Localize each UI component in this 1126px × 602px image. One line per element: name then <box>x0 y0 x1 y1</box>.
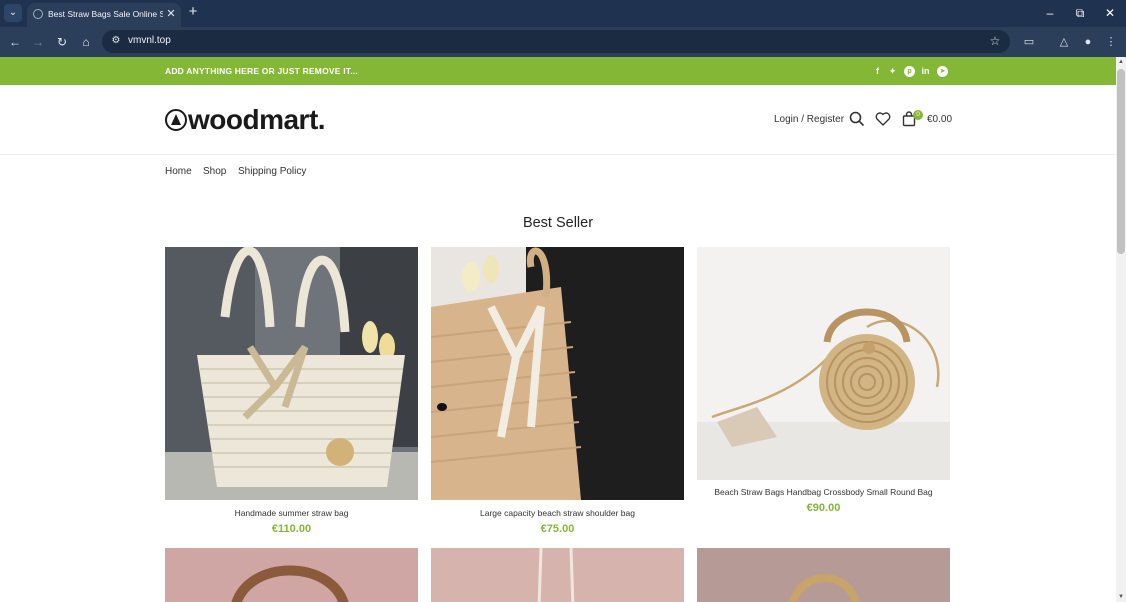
product-name[interactable]: Beach Straw Bags Handbag Crossbody Small… <box>697 487 950 497</box>
reload-icon[interactable]: ↻ <box>55 35 69 49</box>
product-price: €110.00 <box>271 523 312 535</box>
topbar-text: ADD ANYTHING HERE OR JUST REMOVE IT... <box>165 66 358 76</box>
browser-tabbar: ⌄ Best Straw Bags Sale Online Sh ✕ + – ⧉… <box>0 0 1126 27</box>
wishlist-heart-icon[interactable] <box>875 111 891 127</box>
nav-item-home[interactable]: Home <box>165 166 192 177</box>
scrollbar-thumb[interactable] <box>1117 69 1125 254</box>
scroll-down-arrow-icon[interactable]: ▼ <box>1116 592 1126 602</box>
twitter-icon[interactable]: ✦ <box>887 66 898 77</box>
promo-topbar: ADD ANYTHING HERE OR JUST REMOVE IT... f… <box>0 57 1116 85</box>
menu-kebab-icon[interactable]: ⋮ <box>1104 35 1118 49</box>
tab-title: Best Straw Bags Sale Online Sh <box>48 9 163 19</box>
site-logo[interactable]: woodmart. <box>188 104 326 136</box>
url-text[interactable]: vmvnl.top <box>128 35 171 46</box>
labs-flask-icon[interactable]: △ <box>1057 35 1071 49</box>
site-header: woodmart. Login / Register 0 €0.00 <box>0 85 1116 155</box>
section-title: Best Seller <box>522 215 594 231</box>
product-image[interactable] <box>697 247 950 480</box>
search-icon[interactable] <box>849 111 865 127</box>
telegram-icon[interactable]: ➤ <box>937 66 948 77</box>
new-tab-icon[interactable]: + <box>186 4 200 19</box>
nav-item-shop[interactable]: Shop <box>203 166 226 177</box>
product-image[interactable] <box>431 548 684 602</box>
page-scrollbar[interactable]: ▲ ▼ <box>1116 57 1126 602</box>
browser-toolbar: ← → ↻ ⌂ ⚙ vmvnl.top ☆ ▭ △ ● ⋮ <box>0 27 1126 57</box>
forward-arrow-icon[interactable]: → <box>31 35 45 49</box>
extensions-icon[interactable]: ▭ <box>1022 35 1036 49</box>
browser-tab[interactable]: Best Straw Bags Sale Online Sh ✕ <box>27 3 181 27</box>
product-price: €75.00 <box>540 523 575 535</box>
restore-icon[interactable]: ⧉ <box>1073 6 1087 20</box>
product-name[interactable]: Handmade summer straw bag <box>165 508 418 518</box>
home-icon[interactable]: ⌂ <box>79 35 93 49</box>
close-window-icon[interactable]: ✕ <box>1103 6 1117 20</box>
cart-total[interactable]: €0.00 <box>927 114 952 125</box>
tab-list-chevron-icon[interactable]: ⌄ <box>4 4 22 22</box>
product-price: €90.00 <box>806 502 841 514</box>
logo-icon[interactable] <box>165 109 187 131</box>
nav-item-shipping-policy[interactable]: Shipping Policy <box>238 166 306 177</box>
address-bar[interactable]: ⚙ vmvnl.top ☆ <box>102 30 1010 53</box>
back-arrow-icon[interactable]: ← <box>8 35 22 49</box>
login-register-link[interactable]: Login / Register <box>774 114 844 125</box>
web-page: ADD ANYTHING HERE OR JUST REMOVE IT... f… <box>0 57 1116 602</box>
linkedin-icon[interactable]: in <box>920 66 931 77</box>
globe-icon <box>33 9 43 19</box>
pinterest-icon[interactable]: p <box>904 66 915 77</box>
cart-count-badge: 0 <box>913 110 923 120</box>
facebook-icon[interactable]: f <box>872 66 883 77</box>
product-image[interactable] <box>431 247 684 500</box>
close-tab-icon[interactable]: ✕ <box>165 8 177 20</box>
product-image[interactable] <box>697 548 950 602</box>
profile-icon[interactable]: ● <box>1081 35 1095 49</box>
bookmark-star-icon[interactable]: ☆ <box>988 34 1002 48</box>
product-image[interactable] <box>165 247 418 500</box>
scroll-up-arrow-icon[interactable]: ▲ <box>1116 57 1126 67</box>
site-info-icon[interactable]: ⚙ <box>110 35 122 47</box>
minimize-icon[interactable]: – <box>1043 6 1057 20</box>
product-name[interactable]: Large capacity beach straw shoulder bag <box>431 508 684 518</box>
product-image[interactable] <box>165 548 418 602</box>
